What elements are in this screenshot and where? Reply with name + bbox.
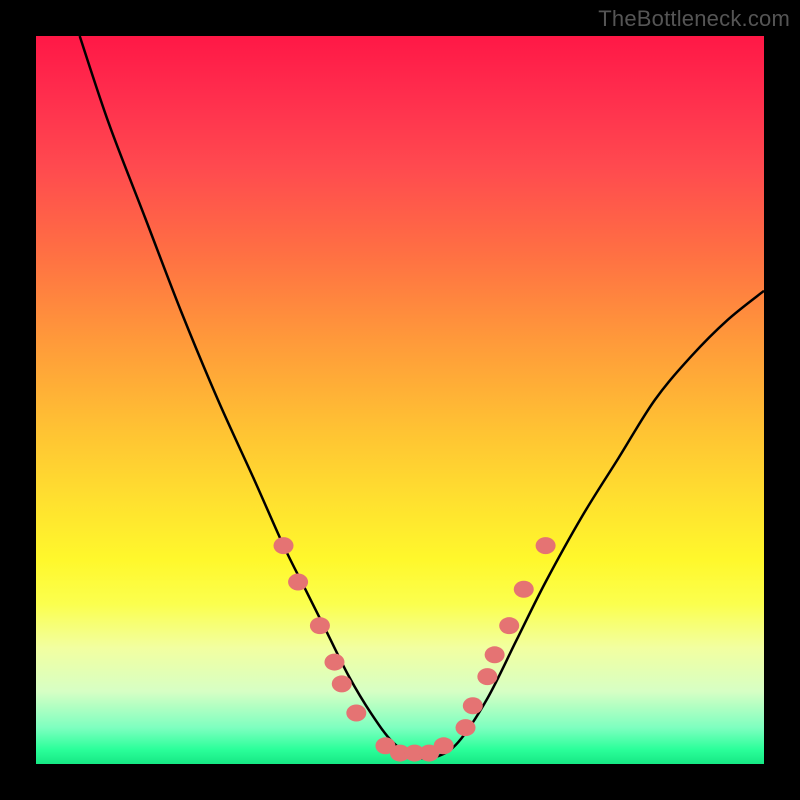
- chart-frame: TheBottleneck.com: [0, 0, 800, 800]
- marker-dot: [514, 581, 534, 598]
- marker-dot: [434, 737, 454, 754]
- marker-dot: [274, 537, 294, 554]
- marker-dot: [485, 646, 505, 663]
- marker-dot: [499, 617, 519, 634]
- marker-dot: [477, 668, 497, 685]
- marker-dot: [324, 654, 344, 671]
- marker-dot: [346, 705, 366, 722]
- watermark-text: TheBottleneck.com: [598, 6, 790, 32]
- marker-dot: [456, 719, 476, 736]
- marker-dot: [288, 574, 308, 591]
- curve-path: [80, 36, 764, 759]
- plot-area: [36, 36, 764, 764]
- marker-dot: [536, 537, 556, 554]
- chart-svg: [36, 36, 764, 764]
- marker-dot: [332, 675, 352, 692]
- marker-dot: [463, 697, 483, 714]
- marker-dot: [310, 617, 330, 634]
